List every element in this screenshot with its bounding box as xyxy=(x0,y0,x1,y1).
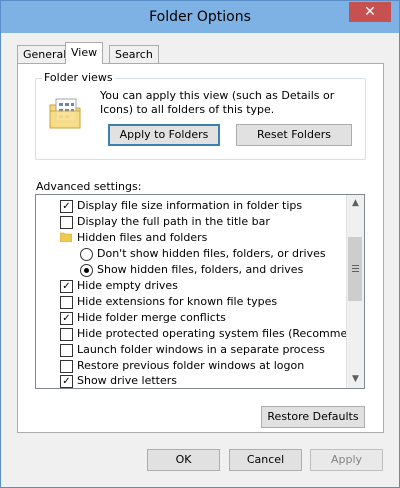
apply-to-folders-button[interactable]: Apply to Folders xyxy=(108,124,220,146)
tab-view[interactable]: View xyxy=(65,42,104,64)
checkbox[interactable]: ✓ xyxy=(60,200,73,213)
restore-defaults-button[interactable]: Restore Defaults xyxy=(261,406,365,428)
scrollbar-thumb[interactable] xyxy=(348,237,362,301)
checkbox[interactable] xyxy=(60,328,73,341)
grip-icon xyxy=(352,268,359,269)
title-bar[interactable]: Folder Options ✕ xyxy=(1,1,399,33)
list-item-label: Hidden files and folders xyxy=(77,231,208,244)
advanced-settings-list[interactable]: ✓ Display file size information in folde… xyxy=(35,194,365,389)
checkbox[interactable]: ✓ xyxy=(60,312,73,325)
vertical-scrollbar[interactable]: ▲ ▼ xyxy=(346,195,364,388)
reset-folders-button[interactable]: Reset Folders xyxy=(236,124,352,146)
scroll-up-arrow-icon[interactable]: ▲ xyxy=(347,195,364,212)
folder-view-icon xyxy=(49,98,81,129)
folder-views-description: You can apply this view (such as Details… xyxy=(100,89,335,116)
checkbox[interactable] xyxy=(60,360,73,373)
ok-label: OK xyxy=(175,453,192,466)
list-item-label: Show hidden files, folders, and drives xyxy=(97,263,304,276)
restore-defaults-label: Restore Defaults xyxy=(267,410,359,423)
grip-icon xyxy=(352,271,359,272)
checkbox[interactable] xyxy=(60,216,73,229)
list-item-label: Display file size information in folder … xyxy=(77,199,303,212)
close-button[interactable]: ✕ xyxy=(349,2,391,22)
scroll-down-arrow-icon[interactable]: ▼ xyxy=(347,371,364,388)
list-item-label: Hide folder merge conflicts xyxy=(77,311,226,324)
apply-to-folders-label: Apply to Folders xyxy=(119,128,209,141)
checkbox[interactable]: ✓ xyxy=(60,280,73,293)
reset-folders-label: Reset Folders xyxy=(257,128,331,141)
window-title: Folder Options xyxy=(149,9,251,25)
checkbox[interactable] xyxy=(60,344,73,357)
radio-button[interactable] xyxy=(80,264,93,277)
folder-icon xyxy=(60,232,72,242)
checkbox[interactable]: ✓ xyxy=(60,375,73,388)
checkbox[interactable] xyxy=(60,296,73,309)
list-item-label: Restore previous folder windows at logon xyxy=(77,359,305,372)
list-item-label: Don't show hidden files, folders, or dri… xyxy=(97,247,326,260)
folder-views-label: Folder views xyxy=(42,71,115,84)
list-item-label: Show drive letters xyxy=(77,374,177,387)
ok-button[interactable]: OK xyxy=(147,449,220,471)
list-item-label: Launch folder windows in a separate proc… xyxy=(77,343,325,356)
grip-icon xyxy=(352,265,359,266)
radio-button[interactable] xyxy=(80,248,93,261)
apply-label: Apply xyxy=(330,453,363,466)
tab-search[interactable]: Search xyxy=(109,45,159,63)
cancel-label: Cancel xyxy=(246,453,285,466)
cancel-button[interactable]: Cancel xyxy=(229,449,302,471)
folder-options-window: Folder Options ✕ General View Search Fol… xyxy=(0,0,400,488)
list-item-label: Hide extensions for known file types xyxy=(77,295,278,308)
list-item-label: Hide protected operating system files (R… xyxy=(77,327,365,340)
advanced-settings-label: Advanced settings: xyxy=(36,180,142,193)
list-item-label: Hide empty drives xyxy=(77,279,178,292)
list-item-label: Display the full path in the title bar xyxy=(77,215,270,228)
apply-button[interactable]: Apply xyxy=(310,449,383,471)
folder-views-group: Folder views You can apply this view (su… xyxy=(35,71,366,160)
close-icon: ✕ xyxy=(364,4,376,20)
